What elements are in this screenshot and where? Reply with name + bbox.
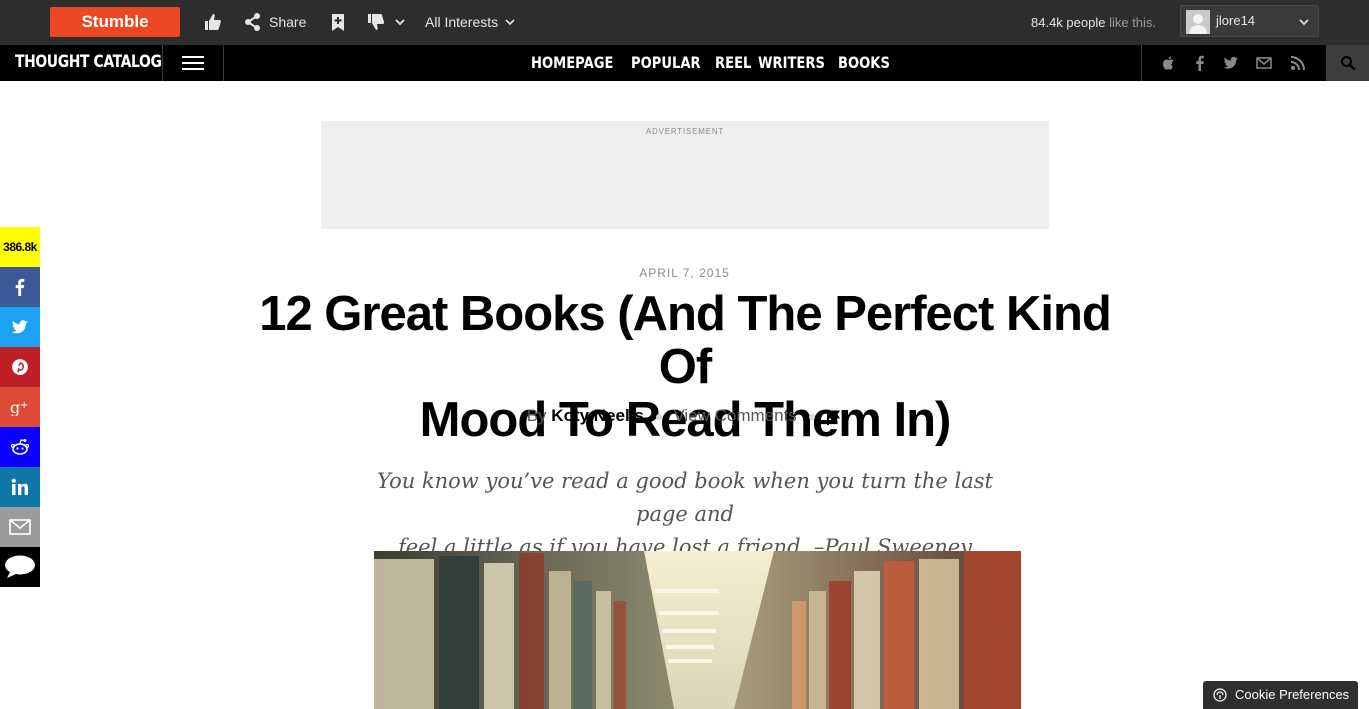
avatar [1186,10,1210,34]
nav-divider [162,45,163,81]
byline-prefix: By [526,406,547,425]
nav-divider [1141,45,1142,81]
separator-dot [655,413,662,420]
interests-dropdown[interactable]: All Interests [425,14,498,30]
share-count: 386.8k [0,227,40,267]
fingerprint-icon [1213,688,1227,702]
facebook-icon[interactable] [1192,55,1208,71]
comments-button[interactable] [0,547,40,587]
reddit-icon [10,439,30,455]
article-title-line: 12 Great Books (And The Perfect Kind Of [259,287,1112,394]
hamburger-menu-icon[interactable] [182,56,204,71]
author-link[interactable]: Koty Neelis [551,406,644,425]
people-like-count: 84.4k people like this. [1031,15,1156,30]
bookmark-icon[interactable] [328,12,348,32]
stumbleupon-toolbar: Stumble Share All Interests 84.4k people… [0,0,1369,45]
site-logo[interactable]: THOUGHT CATALOG [15,52,162,72]
thumbs-down-icon[interactable] [366,12,386,32]
chevron-down-icon[interactable] [394,16,406,28]
epigraph-line: You know you’ve read a good book when yo… [377,469,993,526]
rss-icon[interactable] [1290,55,1306,71]
facebook-icon [15,278,25,296]
nav-divider [223,45,224,81]
nav-link-books[interactable]: BOOKS [838,53,890,72]
hero-image-library [374,551,1021,709]
search-icon [1341,56,1356,71]
comment-icon [5,555,35,578]
people-suffix: like this. [1109,15,1157,30]
library-bookshelves-image [374,551,1021,709]
share-label[interactable]: Share [269,14,306,30]
twitter-icon [11,320,28,334]
stumble-button[interactable]: Stumble [50,7,180,37]
cookie-preferences-button[interactable]: Cookie Preferences [1203,681,1358,709]
article-date: APRIL 7, 2015 [639,266,730,280]
view-comments-link[interactable]: View Comments [673,406,796,425]
nav-links: HOMEPAGE POPULAR REEL WRITERS BOOKS [531,53,890,72]
article-epigraph: You know you’ve read a good book when yo… [360,465,1010,564]
thumbs-up-icon[interactable] [203,12,223,32]
nav-link-writers[interactable]: WRITERS [758,53,825,72]
share-linkedin-button[interactable] [0,467,40,507]
people-count: 84.4k people [1031,15,1106,30]
cookie-preferences-label: Cookie Preferences [1235,687,1350,702]
username: jlore14 [1216,13,1256,28]
share-reddit-button[interactable] [0,427,40,467]
chevron-down-icon[interactable] [1298,16,1310,28]
share-pinterest-button[interactable] [0,347,40,387]
site-nav: THOUGHT CATALOG HOMEPAGE POPULAR REEL WR… [0,45,1369,81]
email-icon [9,519,31,535]
apple-icon[interactable] [1161,55,1177,71]
twitter-icon[interactable] [1223,55,1239,71]
user-menu[interactable]: jlore14 [1180,5,1319,37]
pinterest-icon [12,359,28,375]
nav-link-popular[interactable]: POPULAR [631,53,701,72]
user-silhouette-icon [1186,10,1210,34]
share-twitter-button[interactable] [0,307,40,347]
nav-link-reel[interactable]: REEL [715,53,751,72]
advertisement-slot: ADVERTISEMENT [321,121,1049,229]
separator-dot [808,413,815,420]
advertisement-label: ADVERTISEMENT [645,127,725,136]
share-email-button[interactable] [0,507,40,547]
nav-link-homepage[interactable]: HOMEPAGE [531,53,613,72]
linkedin-icon [11,478,28,495]
email-icon[interactable] [1256,55,1272,71]
share-icon[interactable] [243,12,263,32]
chevron-down-icon[interactable] [504,16,516,28]
flag-icon[interactable] [826,409,842,425]
byline: By Koty Neelis View Comments [0,406,1369,426]
search-button[interactable] [1326,45,1369,81]
